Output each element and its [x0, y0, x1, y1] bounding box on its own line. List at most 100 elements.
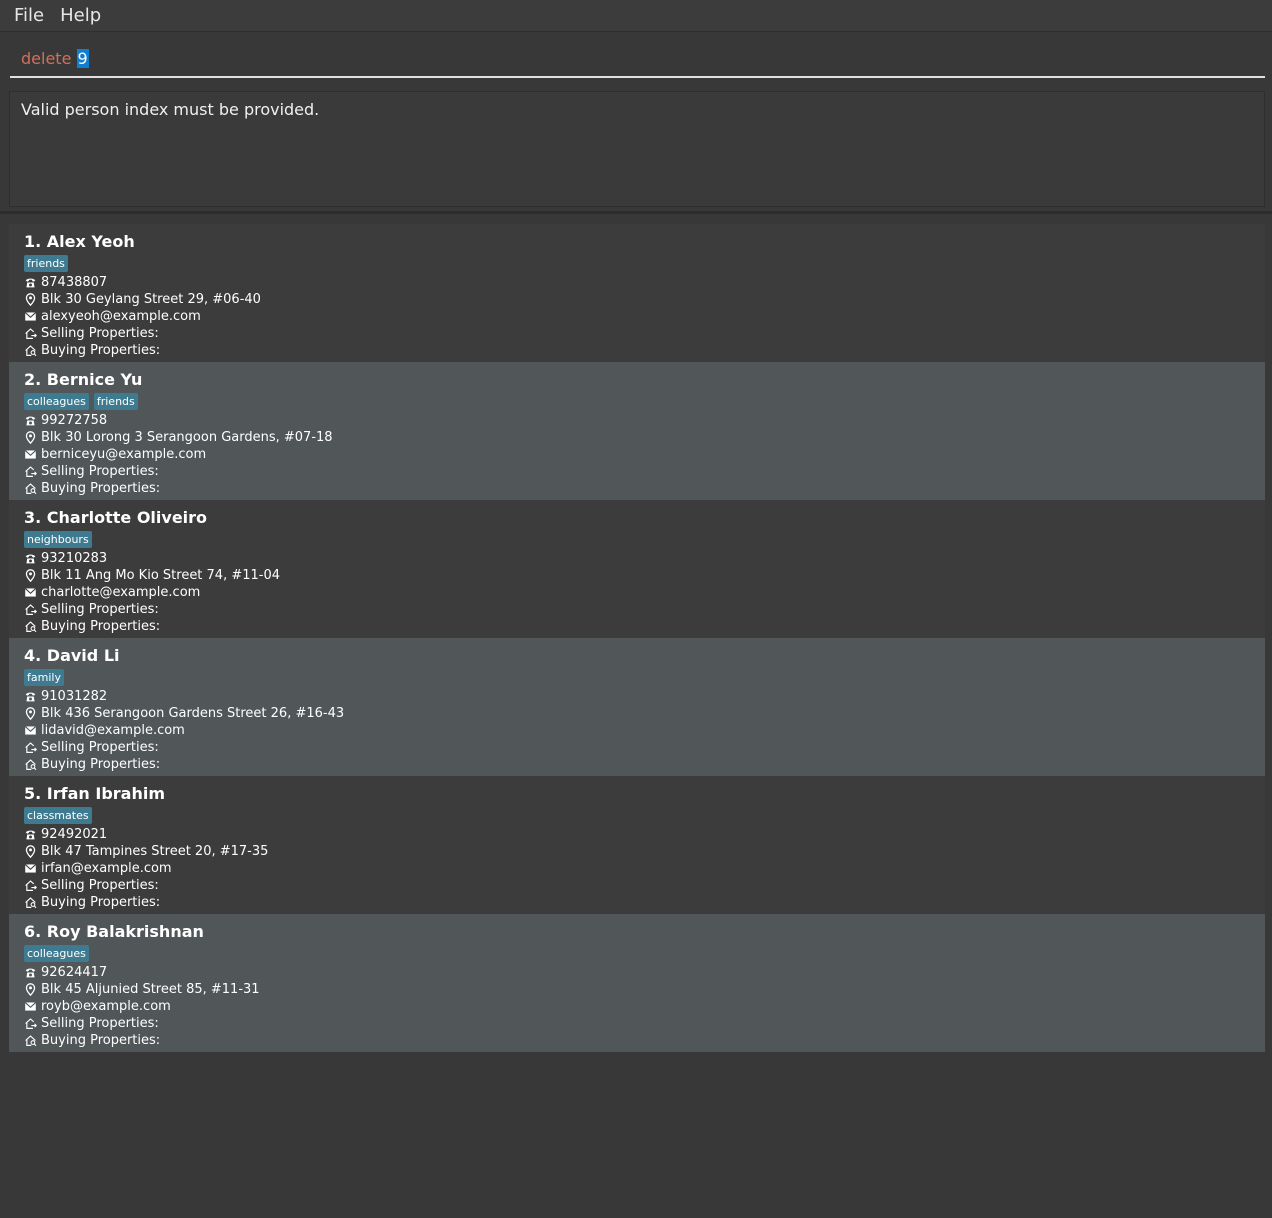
buying-row: Buying Properties:: [24, 618, 1250, 635]
person-name: 2. Bernice Yu: [24, 370, 143, 389]
person-name: 5. Irfan Ibrahim: [24, 784, 165, 803]
selling-label: Selling Properties:: [41, 326, 159, 341]
person-card[interactable]: 2. Bernice Yu colleagues friends 9927275…: [9, 362, 1265, 500]
location-pin-icon: [24, 983, 37, 996]
phone-text: 99272758: [41, 413, 108, 428]
email-row: royb@example.com: [24, 998, 1250, 1015]
person-name: 1. Alex Yeoh: [24, 232, 135, 251]
buying-label: Buying Properties:: [41, 481, 161, 496]
email-icon: [24, 586, 37, 599]
email-icon: [24, 1000, 37, 1013]
email-icon: [24, 862, 37, 875]
phone-row: 93210283: [24, 550, 1250, 567]
split-divider[interactable]: [0, 211, 1272, 214]
tag-list: colleagues friends: [24, 393, 1250, 412]
result-display: Valid person index must be provided.: [9, 91, 1265, 207]
address-row: Blk 11 Ang Mo Kio Street 74, #11-04: [24, 567, 1250, 584]
email-row: irfan@example.com: [24, 860, 1250, 877]
tag: family: [24, 669, 64, 686]
tag: colleagues: [24, 393, 89, 410]
person-card[interactable]: 4. David Li family 91031282 Blk 436 Sera…: [9, 638, 1265, 776]
email-text: royb@example.com: [41, 999, 171, 1014]
phone-text: 92624417: [41, 965, 108, 980]
menu-bar: File Help: [0, 0, 1272, 32]
selling-row: Selling Properties:: [24, 1015, 1250, 1032]
phone-icon: [24, 966, 37, 979]
house-buy-icon: [24, 482, 37, 495]
address-row: Blk 30 Lorong 3 Serangoon Gardens, #07-1…: [24, 429, 1250, 446]
buying-label: Buying Properties:: [41, 343, 161, 358]
tag: friends: [93, 393, 138, 410]
buying-row: Buying Properties:: [24, 894, 1250, 911]
person-card[interactable]: 1. Alex Yeoh friends 87438807 Blk 30 Gey…: [9, 224, 1265, 362]
result-message: Valid person index must be provided.: [21, 100, 320, 119]
house-sell-icon: [24, 603, 37, 616]
selling-row: Selling Properties:: [24, 601, 1250, 618]
tag-list: friends: [24, 255, 1250, 274]
address-text: Blk 30 Lorong 3 Serangoon Gardens, #07-1…: [41, 430, 333, 445]
tag: neighbours: [24, 531, 92, 548]
address-text: Blk 436 Serangoon Gardens Street 26, #16…: [41, 706, 345, 721]
house-sell-icon: [24, 1017, 37, 1030]
phone-icon: [24, 828, 37, 841]
selling-label: Selling Properties:: [41, 878, 159, 893]
buying-row: Buying Properties:: [24, 1032, 1250, 1049]
selling-row: Selling Properties:: [24, 877, 1250, 894]
tag: friends: [24, 255, 68, 272]
house-buy-icon: [24, 896, 37, 909]
email-icon: [24, 724, 37, 737]
address-text: Blk 11 Ang Mo Kio Street 74, #11-04: [41, 568, 281, 583]
email-text: irfan@example.com: [41, 861, 172, 876]
phone-row: 91031282: [24, 688, 1250, 705]
email-row: lidavid@example.com: [24, 722, 1250, 739]
buying-label: Buying Properties:: [41, 619, 161, 634]
menu-help[interactable]: Help: [52, 5, 109, 26]
menu-file[interactable]: File: [6, 5, 52, 26]
buying-row: Buying Properties:: [24, 342, 1250, 359]
address-row: Blk 47 Tampines Street 20, #17-35: [24, 843, 1250, 860]
location-pin-icon: [24, 431, 37, 444]
tag: classmates: [24, 807, 92, 824]
selling-label: Selling Properties:: [41, 464, 159, 479]
phone-text: 87438807: [41, 275, 108, 290]
person-name: 4. David Li: [24, 646, 120, 665]
house-buy-icon: [24, 620, 37, 633]
phone-text: 91031282: [41, 689, 108, 704]
selling-row: Selling Properties:: [24, 463, 1250, 480]
buying-label: Buying Properties:: [41, 757, 161, 772]
address-row: Blk 436 Serangoon Gardens Street 26, #16…: [24, 705, 1250, 722]
phone-row: 99272758: [24, 412, 1250, 429]
buying-label: Buying Properties:: [41, 1033, 161, 1048]
location-pin-icon: [24, 293, 37, 306]
command-input[interactable]: delete 9: [10, 40, 1265, 78]
person-card[interactable]: 3. Charlotte Oliveiro neighbours 9321028…: [9, 500, 1265, 638]
tag-list: colleagues: [24, 945, 1250, 964]
selling-label: Selling Properties:: [41, 602, 159, 617]
buying-row: Buying Properties:: [24, 756, 1250, 773]
address-text: Blk 45 Aljunied Street 85, #11-31: [41, 982, 260, 997]
phone-row: 87438807: [24, 274, 1250, 291]
phone-text: 93210283: [41, 551, 108, 566]
address-row: Blk 45 Aljunied Street 85, #11-31: [24, 981, 1250, 998]
tag: colleagues: [24, 945, 89, 962]
email-row: alexyeoh@example.com: [24, 308, 1250, 325]
email-icon: [24, 448, 37, 461]
phone-row: 92492021: [24, 826, 1250, 843]
command-selected-text: 9: [76, 48, 89, 68]
selling-row: Selling Properties:: [24, 739, 1250, 756]
selling-label: Selling Properties:: [41, 740, 159, 755]
phone-row: 92624417: [24, 964, 1250, 981]
person-card[interactable]: 6. Roy Balakrishnan colleagues 92624417 …: [9, 914, 1265, 1052]
tag-list: neighbours: [24, 531, 1250, 550]
command-text: delete: [21, 48, 77, 68]
email-text: lidavid@example.com: [41, 723, 185, 738]
email-row: berniceyu@example.com: [24, 446, 1250, 463]
house-sell-icon: [24, 327, 37, 340]
person-name: 6. Roy Balakrishnan: [24, 922, 204, 941]
location-pin-icon: [24, 845, 37, 858]
address-row: Blk 30 Geylang Street 29, #06-40: [24, 291, 1250, 308]
house-sell-icon: [24, 879, 37, 892]
location-pin-icon: [24, 707, 37, 720]
person-card[interactable]: 5. Irfan Ibrahim classmates 92492021 Blk…: [9, 776, 1265, 914]
person-name: 3. Charlotte Oliveiro: [24, 508, 208, 527]
